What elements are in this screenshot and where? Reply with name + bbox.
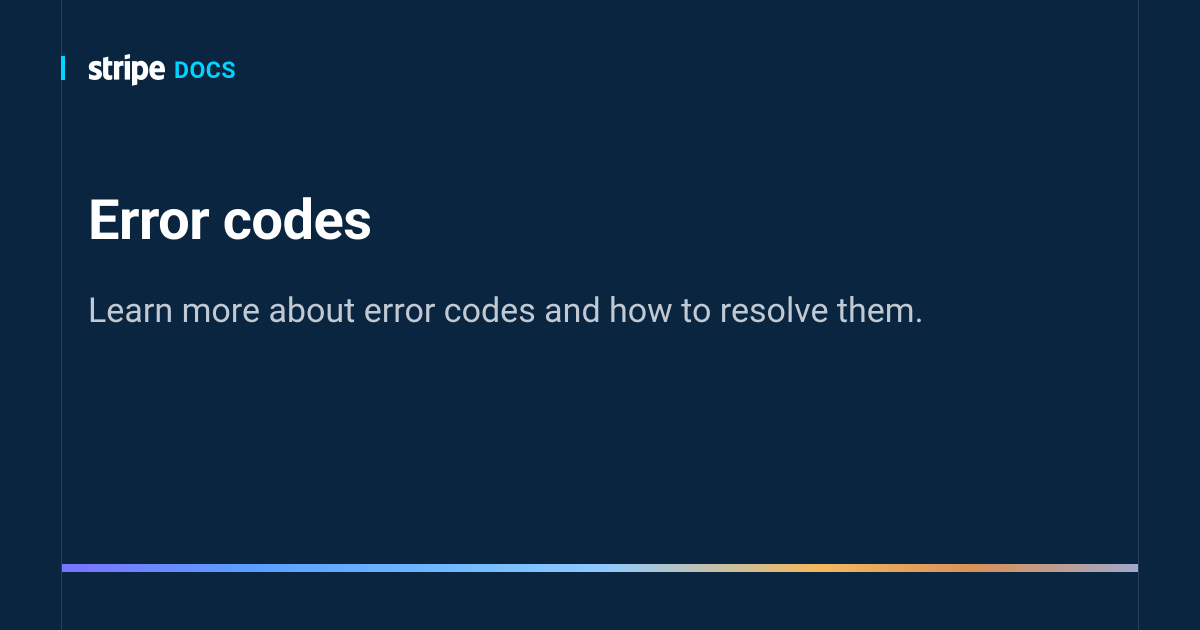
brand-accent-bar [61,56,65,80]
page-content: Error codes Learn more about error codes… [88,190,1112,335]
page-title: Error codes [88,190,1112,252]
stripe-logo-icon [88,54,166,86]
left-divider [61,0,62,630]
brand-header: DOCS [88,54,236,86]
decorative-gradient-bar [62,564,1138,572]
page-subtitle: Learn more about error codes and how to … [88,288,1112,336]
docs-label: DOCS [174,57,236,84]
right-divider [1138,0,1139,630]
